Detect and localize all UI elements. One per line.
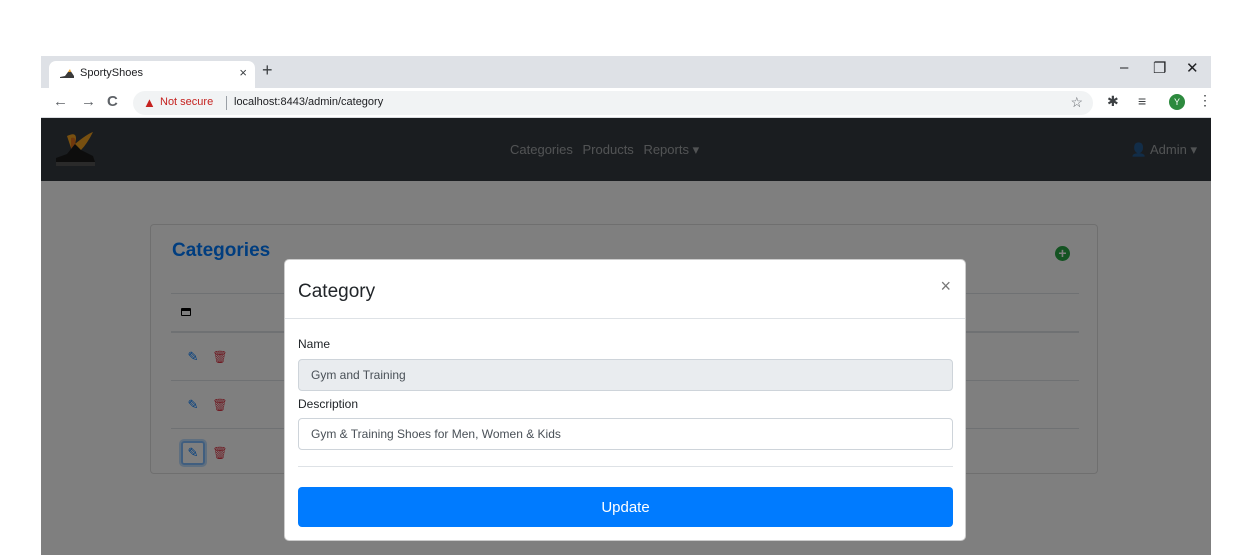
new-tab-icon[interactable]: +	[262, 60, 273, 81]
restore-icon[interactable]: ❐	[1153, 59, 1166, 77]
address-bar[interactable]: ▲ Not secure localhost:8443/admin/catego…	[133, 91, 1093, 115]
close-icon[interactable]: ×	[940, 276, 951, 297]
profile-avatar[interactable]: Y	[1169, 94, 1185, 110]
category-modal: Category × Name Description Update	[284, 259, 966, 541]
back-icon[interactable]: ←	[53, 93, 68, 110]
browser-tab[interactable]: SportyShoes ×	[49, 61, 255, 88]
omnibox-divider	[226, 96, 227, 110]
name-label: Name	[298, 337, 331, 351]
reload-icon[interactable]: C	[107, 93, 118, 110]
minimize-icon[interactable]: –	[1120, 59, 1128, 76]
browser-menu-icon[interactable]: ⋮	[1198, 92, 1211, 109]
warning-icon[interactable]: ▲	[143, 95, 156, 110]
update-button[interactable]: Update	[298, 487, 953, 527]
url-text[interactable]: localhost:8443/admin/category	[234, 96, 383, 108]
modal-header: Category ×	[285, 260, 965, 319]
description-field[interactable]	[298, 418, 953, 450]
close-window-icon[interactable]: ✕	[1186, 59, 1199, 77]
description-label: Description	[298, 397, 359, 411]
bookmark-star-icon[interactable]: ☆	[1070, 94, 1083, 111]
name-field[interactable]	[298, 359, 953, 391]
tab-strip: SportyShoes × + – ❐ ✕	[41, 56, 1211, 88]
reading-list-icon[interactable]: ≡	[1138, 93, 1146, 109]
browser-toolbar: ← → C ▲ Not secure localhost:8443/admin/…	[41, 88, 1211, 118]
tab-close-icon[interactable]: ×	[239, 65, 247, 80]
shoe-icon	[60, 69, 74, 78]
security-status[interactable]: Not secure	[160, 96, 213, 108]
extensions-icon[interactable]: ✱	[1107, 93, 1119, 110]
forward-icon[interactable]: →	[81, 93, 96, 110]
page-viewport: Categories Products Reports ▾ 👤 Admin ▾ …	[41, 118, 1211, 555]
browser-window: SportyShoes × + – ❐ ✕ ← → C ▲ Not secure…	[41, 56, 1211, 555]
tab-title: SportyShoes	[80, 67, 143, 79]
modal-divider	[298, 466, 953, 467]
modal-title: Category	[298, 281, 376, 302]
